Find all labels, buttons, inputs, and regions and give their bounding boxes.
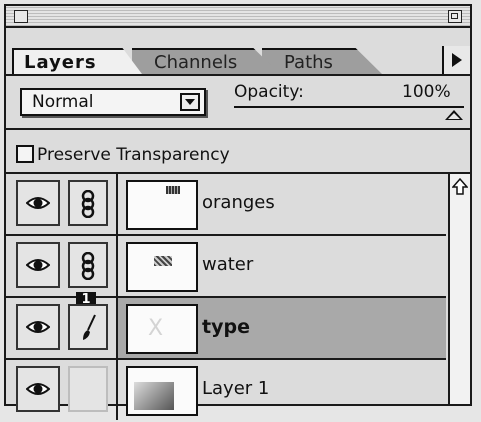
link-toggle[interactable]: [68, 366, 108, 412]
layer-row-oranges[interactable]: oranges: [6, 174, 446, 236]
link-toggle[interactable]: [68, 180, 108, 226]
eye-icon: [26, 259, 50, 271]
layer-thumbnail: [126, 304, 198, 354]
eye-icon: [26, 383, 50, 395]
layer-name-cell[interactable]: oranges: [116, 174, 446, 234]
preserve-transparency-row[interactable]: Preserve Transparency: [16, 144, 230, 166]
link-icon: [81, 252, 95, 280]
layer-thumbnail: [126, 366, 198, 416]
visibility-toggle[interactable]: [16, 242, 60, 288]
paintbrush-icon: [83, 314, 96, 340]
opacity-slider-track[interactable]: [234, 106, 464, 108]
layer-row-water[interactable]: water: [6, 236, 446, 298]
layer-name-cell[interactable]: water: [116, 236, 446, 296]
layer-name-cell[interactable]: Layer 1: [116, 360, 446, 420]
layer-name: oranges: [202, 192, 275, 213]
chevron-down-icon[interactable]: [180, 93, 200, 111]
opacity-slider-thumb[interactable]: [445, 110, 463, 120]
layer-name: Layer 1: [202, 378, 270, 399]
opacity-value: 100%: [402, 82, 451, 102]
preserve-transparency-checkbox[interactable]: [16, 145, 34, 163]
palette-titlebar[interactable]: [6, 6, 470, 28]
visibility-toggle[interactable]: [16, 366, 60, 412]
active-layer-indicator[interactable]: [68, 304, 108, 350]
layers-palette: Paths Channels Layers Normal Opacity: 10…: [4, 4, 472, 420]
layer-name-cell[interactable]: type: [116, 298, 446, 358]
tab-layers[interactable]: Layers: [12, 48, 142, 74]
opacity-label: Opacity:: [234, 82, 304, 102]
blend-mode-select[interactable]: Normal: [20, 88, 206, 116]
link-icon: [81, 190, 95, 218]
close-box-icon[interactable]: [14, 10, 28, 23]
layer-thumbnail: [126, 180, 198, 230]
layer-name: type: [202, 316, 250, 338]
eye-icon: [26, 197, 50, 209]
layer-row-type[interactable]: 1 type: [6, 292, 446, 360]
tab-row: Paths Channels Layers: [6, 28, 470, 76]
layer-list: oranges water 1 X type Layer 1: [6, 174, 446, 420]
zoom-box-icon[interactable]: [448, 10, 462, 23]
visibility-toggle[interactable]: [16, 304, 60, 350]
tab-channels[interactable]: Channels: [132, 48, 280, 74]
layer-thumbnail: [126, 242, 198, 292]
divider: [6, 128, 470, 130]
layer-name: water: [202, 254, 254, 275]
preserve-transparency-label: Preserve Transparency: [37, 145, 230, 165]
arrow-up-icon[interactable]: [452, 178, 468, 196]
eye-icon: [26, 321, 50, 333]
blend-mode-value: Normal: [32, 92, 94, 112]
triangle-right-icon: [452, 53, 462, 67]
tab-paths[interactable]: Paths: [262, 48, 382, 74]
palette-menu-button[interactable]: [442, 46, 470, 74]
link-toggle[interactable]: [68, 242, 108, 288]
layer-list-scrollbar[interactable]: [448, 174, 470, 404]
visibility-toggle[interactable]: [16, 180, 60, 226]
